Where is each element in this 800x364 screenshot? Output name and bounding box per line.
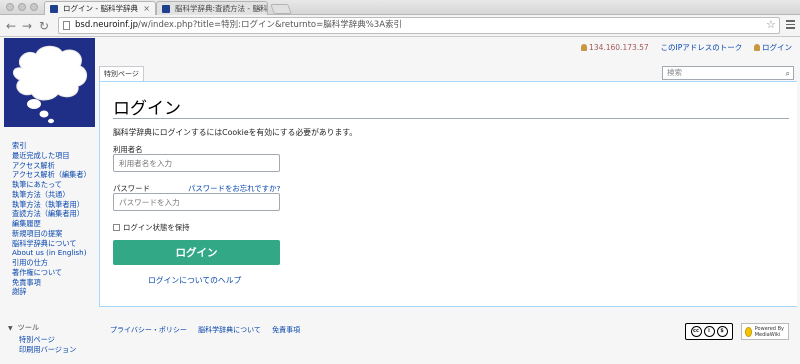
site-favicon-icon (162, 5, 170, 13)
sidebar-navigation: 索引 最近完成した項目 アクセス解析 アクセス解析（編集者） 執筆にあたって 執… (12, 141, 100, 297)
new-tab-button[interactable] (270, 4, 292, 14)
login-link[interactable]: ログイン (762, 43, 792, 52)
mediawiki-flower-icon (745, 326, 752, 337)
sidebar-item-access-analysis[interactable]: アクセス解析 (12, 161, 100, 171)
tools-heading-label: ツール (17, 323, 40, 332)
search-icon[interactable]: ⌕ (786, 68, 790, 80)
sidebar-item-writing-intro[interactable]: 執筆にあたって (12, 180, 100, 190)
back-arrow-icon[interactable]: ← (6, 18, 16, 34)
tab-close-icon[interactable]: × (255, 2, 262, 15)
by-icon: i (703, 326, 715, 337)
sidebar-item-edit-history[interactable]: 編集履歴 (12, 219, 100, 229)
mediawiki-badge[interactable]: Powered By MediaWiki (741, 323, 789, 340)
window-zoom-button[interactable] (30, 3, 38, 11)
login-button[interactable]: ログイン (113, 240, 280, 265)
cc-icon: cc (690, 326, 702, 337)
collapse-arrow-icon: ▼ (8, 325, 13, 332)
remember-me-label: ログイン状態を保持 (123, 223, 190, 232)
browser-toolbar: ← → ↻ bsd.neuroinf.jp/w/index.php?title=… (0, 15, 800, 37)
url-path: /w/index.php?title=特別:ログイン&returnto=脳科学辞… (138, 20, 403, 30)
sidebar-item-index[interactable]: 索引 (12, 141, 100, 151)
nc-icon: $ (716, 326, 728, 337)
sidebar-item-writing-common[interactable]: 執筆方法（共通） (12, 190, 100, 200)
mediawiki-badge-label: Powered By MediaWiki (754, 325, 784, 338)
password-field[interactable] (113, 193, 280, 211)
ip-talk-link[interactable]: このIPアドレスのトーク (660, 43, 742, 52)
sidebar-item-copyright[interactable]: 著作権について (12, 268, 100, 278)
sidebar-item-acknowledgements[interactable]: 謝辞 (12, 287, 100, 297)
personal-tools: 134.160.173.57 このIPアドレスのトーク ログイン (581, 42, 792, 53)
tools-item-printable[interactable]: 印刷用バージョン (19, 345, 76, 355)
tab-label: ログイン - 脳科学辞典 (63, 4, 138, 13)
title-divider (113, 118, 789, 119)
tools-list: 特別ページ 印刷用バージョン (19, 335, 76, 355)
browser-menu-icon[interactable] (786, 20, 795, 31)
remember-me[interactable]: ログイン状態を保持 (113, 222, 190, 233)
tab-label: 脳科学辞典:査読方法 - 脳科学 (175, 4, 268, 13)
footer-privacy-link[interactable]: プライバシー・ポリシー (110, 326, 187, 334)
sidebar-item-access-analysis-editors[interactable]: アクセス解析（編集者） (12, 170, 100, 180)
thought-bubble-icon (13, 45, 87, 124)
sidebar-item-about-jp[interactable]: 脳科学辞典について (12, 239, 100, 249)
window-close-button[interactable] (6, 3, 14, 11)
sidebar-item-about-en[interactable]: About us (in English) (12, 248, 100, 258)
sidebar-item-review-editors[interactable]: 査読方法（編集者用） (12, 209, 100, 219)
footer-links: プライバシー・ポリシー 脳科学辞典について 免責事項 (110, 325, 309, 335)
browser-tab-login[interactable]: ログイン - 脳科学辞典 × (44, 1, 156, 15)
site-logo[interactable] (4, 38, 95, 127)
sidebar-item-disclaimer[interactable]: 免責事項 (12, 278, 100, 288)
sidebar-item-writing-authors[interactable]: 執筆方法（執筆者用） (12, 200, 100, 210)
ip-address-link[interactable]: 134.160.173.57 (589, 43, 649, 52)
browser-tab-review[interactable]: 脳科学辞典:査読方法 - 脳科学 × (156, 1, 268, 15)
page-icon (63, 21, 70, 30)
tab-special-page[interactable]: 特別ページ (99, 66, 144, 81)
login-help-link[interactable]: ログインについてのヘルプ (148, 275, 241, 286)
url-host: bsd.neuroinf.jp (75, 20, 139, 30)
remember-me-checkbox[interactable] (113, 224, 120, 231)
cookie-notice: 脳科学辞典にログインするにはCookieを有効にする必要があります。 (113, 128, 358, 137)
page-title: ログイン (113, 99, 181, 119)
forward-arrow-icon[interactable]: → (22, 18, 32, 34)
sidebar-item-propose-new[interactable]: 新規項目の提案 (12, 229, 100, 239)
creative-commons-badge[interactable]: cc i $ (685, 323, 733, 340)
user-icon (754, 44, 760, 51)
tools-item-special-pages[interactable]: 特別ページ (19, 335, 76, 345)
address-bar[interactable]: bsd.neuroinf.jp/w/index.php?title=特別:ログイ… (58, 17, 780, 34)
bookmark-star-icon[interactable]: ☆ (766, 18, 776, 32)
browser-titlebar: ログイン - 脳科学辞典 × 脳科学辞典:査読方法 - 脳科学 × (0, 0, 800, 15)
username-field[interactable] (113, 154, 280, 172)
site-favicon-icon (50, 5, 58, 13)
sidebar-item-recent-complete[interactable]: 最近完成した項目 (12, 151, 100, 161)
search-input[interactable]: 検索 ⌕ (662, 66, 794, 80)
reload-icon[interactable]: ↻ (39, 18, 49, 34)
user-icon (581, 44, 588, 51)
search-placeholder: 検索 (667, 68, 682, 77)
sidebar-item-citation[interactable]: 引用の仕方 (12, 258, 100, 268)
tab-close-icon[interactable]: × (143, 2, 150, 15)
footer-about-link[interactable]: 脳科学辞典について (198, 326, 261, 334)
tools-heading[interactable]: ▼ ツール (8, 323, 39, 333)
footer-disclaimer-link[interactable]: 免責事項 (272, 326, 300, 334)
window-minimize-button[interactable] (18, 3, 26, 11)
